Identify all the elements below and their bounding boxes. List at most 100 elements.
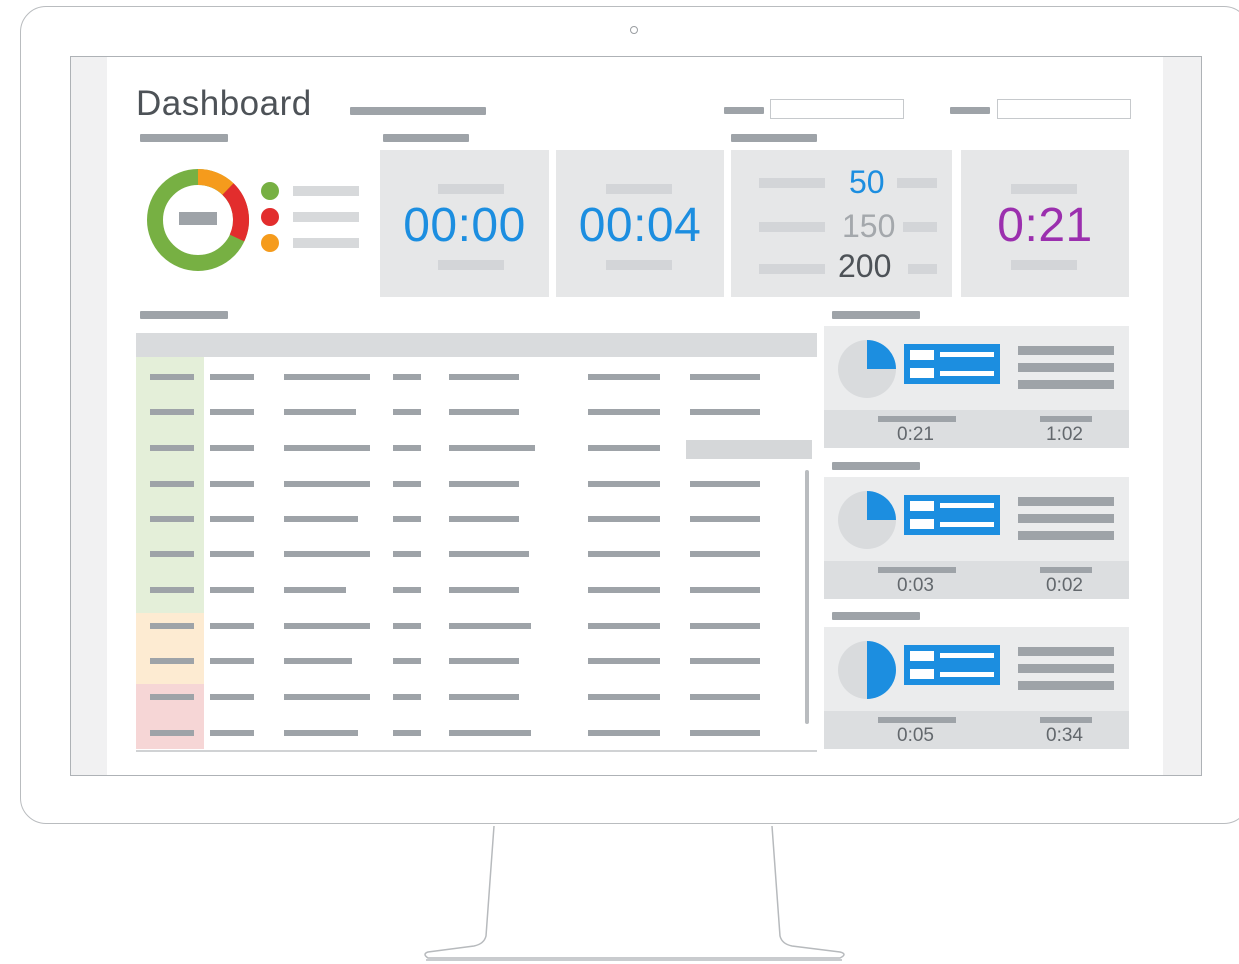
row-highlight[interactable] — [686, 440, 812, 459]
monitor-stand — [424, 825, 845, 961]
table-cell — [449, 730, 531, 736]
card-right-time: 1:02 — [1046, 424, 1083, 445]
section-label-cards-2 — [832, 462, 920, 470]
count-value-2: 150 — [842, 208, 896, 244]
table-cell — [449, 481, 519, 487]
table-cell — [449, 623, 531, 629]
table-cell — [588, 694, 660, 700]
table-cell — [449, 551, 529, 557]
tile-label-bottom — [438, 260, 504, 270]
table-cell — [210, 587, 254, 593]
card-line-1 — [1018, 346, 1114, 355]
table-cell — [210, 551, 254, 557]
section-label-times — [383, 134, 469, 142]
count-label-2 — [759, 222, 825, 232]
table-cell — [690, 481, 760, 487]
section-label-counts — [731, 134, 817, 142]
table-cell — [588, 587, 660, 593]
table-header — [136, 333, 817, 357]
stat-tile-1[interactable]: 00:00 — [380, 150, 549, 297]
table-cell — [150, 409, 194, 415]
card-line-1 — [1018, 647, 1114, 656]
table-cell — [690, 623, 760, 629]
section-label-status — [140, 134, 228, 142]
table-cell — [150, 658, 194, 664]
table-cell — [284, 516, 358, 522]
table-cell — [150, 587, 194, 593]
table-cell — [449, 587, 519, 593]
table-cell — [210, 694, 254, 700]
table-cell — [449, 658, 519, 664]
section-label-table — [140, 311, 228, 319]
stat-tile-counts[interactable]: 50 150 200 — [731, 150, 952, 297]
table-cell — [210, 445, 254, 451]
table-cell — [449, 445, 535, 451]
table-cell — [150, 694, 194, 700]
card-line-2 — [1018, 514, 1114, 523]
table-cell — [588, 623, 660, 629]
tile-label-bottom — [606, 260, 672, 270]
table-cell — [284, 374, 370, 380]
table-cell — [393, 587, 421, 593]
legend-dot-red — [261, 208, 279, 226]
card-line-1 — [1018, 497, 1114, 506]
filter-input-2[interactable] — [997, 99, 1131, 119]
table-cell — [449, 409, 519, 415]
table-cell — [393, 694, 421, 700]
table-cell — [588, 374, 660, 380]
agent-card[interactable]: 0:03 0:02 — [824, 477, 1129, 599]
legend-label-1 — [293, 186, 359, 196]
card-line-2 — [1018, 363, 1114, 372]
table-cell — [690, 516, 760, 522]
table-cell — [690, 374, 760, 380]
table-cell — [284, 481, 370, 487]
table-cell — [150, 481, 194, 487]
table-cell — [588, 551, 660, 557]
table-cell — [393, 481, 421, 487]
count-value-3: 200 — [838, 248, 892, 284]
table-scrollbar[interactable] — [805, 470, 809, 724]
count-value-1: 50 — [849, 164, 885, 200]
card-info-block — [904, 495, 1000, 535]
table-cell — [690, 409, 760, 415]
table-cell — [150, 551, 194, 557]
table-cell — [690, 551, 760, 557]
table-cell — [284, 658, 352, 664]
card-footer: 0:03 0:02 — [824, 561, 1129, 599]
card-line-3 — [1018, 380, 1114, 389]
table-cell — [210, 730, 254, 736]
table-cell — [449, 374, 519, 380]
table-cell — [393, 730, 421, 736]
table-cell — [393, 409, 421, 415]
agent-card[interactable]: 0:21 1:02 — [824, 326, 1129, 448]
tile-value: 00:00 — [403, 199, 526, 252]
pie-icon — [838, 491, 896, 549]
table-cell — [690, 587, 760, 593]
legend-dot-orange — [261, 234, 279, 252]
count-suffix-2 — [903, 222, 937, 232]
table-cell — [449, 694, 519, 700]
count-suffix-3 — [908, 264, 937, 274]
table-cell — [210, 658, 254, 664]
table-cell — [210, 623, 254, 629]
table-cell — [393, 516, 421, 522]
stat-tile-2[interactable]: 00:04 — [556, 150, 724, 297]
legend-label-2 — [293, 212, 359, 222]
filter-input-1[interactable] — [770, 99, 904, 119]
tile-label-top — [606, 184, 672, 194]
table-cell — [210, 516, 254, 522]
table-cell — [150, 374, 194, 380]
card-left-time: 0:05 — [897, 725, 934, 746]
card-line-2 — [1018, 664, 1114, 673]
legend-dot-green — [261, 182, 279, 200]
section-label-cards-3 — [832, 612, 920, 620]
tile-label-bottom — [1011, 260, 1077, 270]
filter-label-2 — [950, 107, 990, 114]
stat-tile-4[interactable]: 0:21 — [961, 150, 1129, 297]
table-cell — [284, 730, 358, 736]
table-cell — [150, 516, 194, 522]
subtitle-placeholder — [350, 107, 486, 115]
table-cell — [449, 516, 519, 522]
card-info-block — [904, 645, 1000, 685]
agent-card[interactable]: 0:05 0:34 — [824, 627, 1129, 749]
